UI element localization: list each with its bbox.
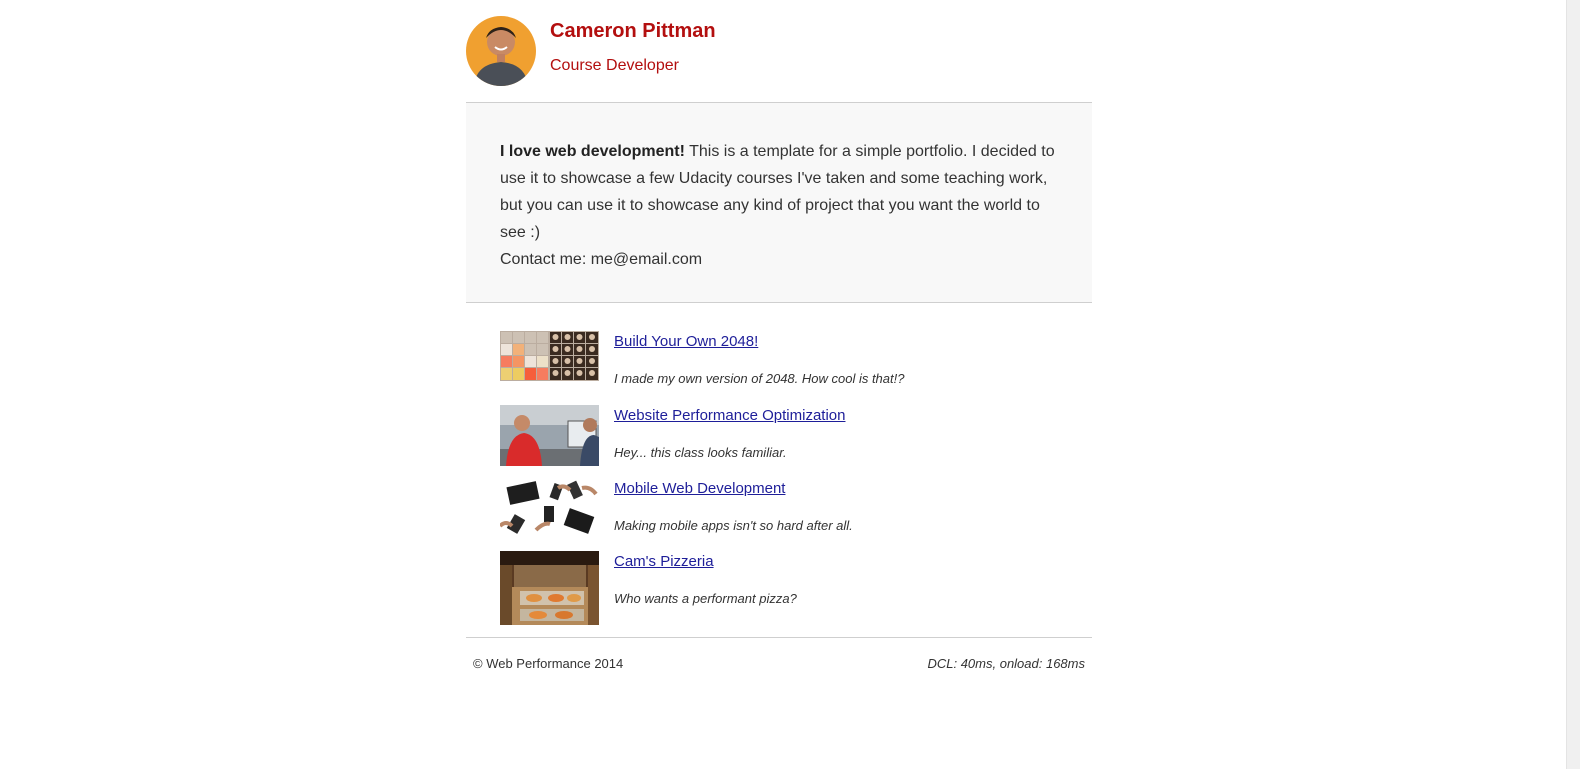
pizzeria-thumbnail[interactable]: [500, 551, 599, 625]
projects-list: Build Your Own 2048! I made my own versi…: [466, 303, 1092, 638]
contact-line: Contact me: me@email.com: [500, 251, 703, 268]
portfolio-page: Cameron Pittman Course Developer I love …: [466, 0, 1092, 678]
page-footer: © Web Performance 2014 DCL: 40ms, onload…: [466, 638, 1092, 678]
performance-metrics: DCL: 40ms, onload: 168ms: [927, 656, 1085, 671]
project-description: Hey... this class looks familiar.: [614, 445, 787, 460]
project-link-website-performance[interactable]: Website Performance Optimization: [614, 407, 845, 424]
page-title: Cameron Pittman: [550, 20, 716, 42]
intro-section: I love web development! This is a templa…: [466, 103, 1092, 303]
copyright-text: © Web Performance 2014: [473, 656, 624, 671]
intro-lead: I love web development!: [500, 143, 685, 160]
person-portrait-icon: [466, 16, 536, 86]
intro-text: I love web development! This is a templa…: [500, 138, 1058, 246]
project-description: Who wants a performant pizza?: [614, 591, 797, 606]
project-link-pizzeria[interactable]: Cam's Pizzeria: [614, 553, 714, 570]
avatar: [466, 16, 536, 86]
mobile-devices-thumbnail[interactable]: [500, 478, 599, 537]
2048-game-thumbnail[interactable]: [500, 331, 599, 381]
project-description: I made my own version of 2048. How cool …: [614, 371, 905, 386]
job-title: Course Developer: [550, 57, 679, 74]
vertical-scrollbar[interactable]: [1566, 0, 1580, 769]
page-header: Cameron Pittman Course Developer: [466, 0, 1092, 103]
classroom-video-thumbnail[interactable]: [500, 405, 599, 466]
project-link-mobile-web[interactable]: Mobile Web Development: [614, 480, 785, 497]
project-link-2048[interactable]: Build Your Own 2048!: [614, 333, 758, 350]
project-description: Making mobile apps isn't so hard after a…: [614, 518, 853, 533]
